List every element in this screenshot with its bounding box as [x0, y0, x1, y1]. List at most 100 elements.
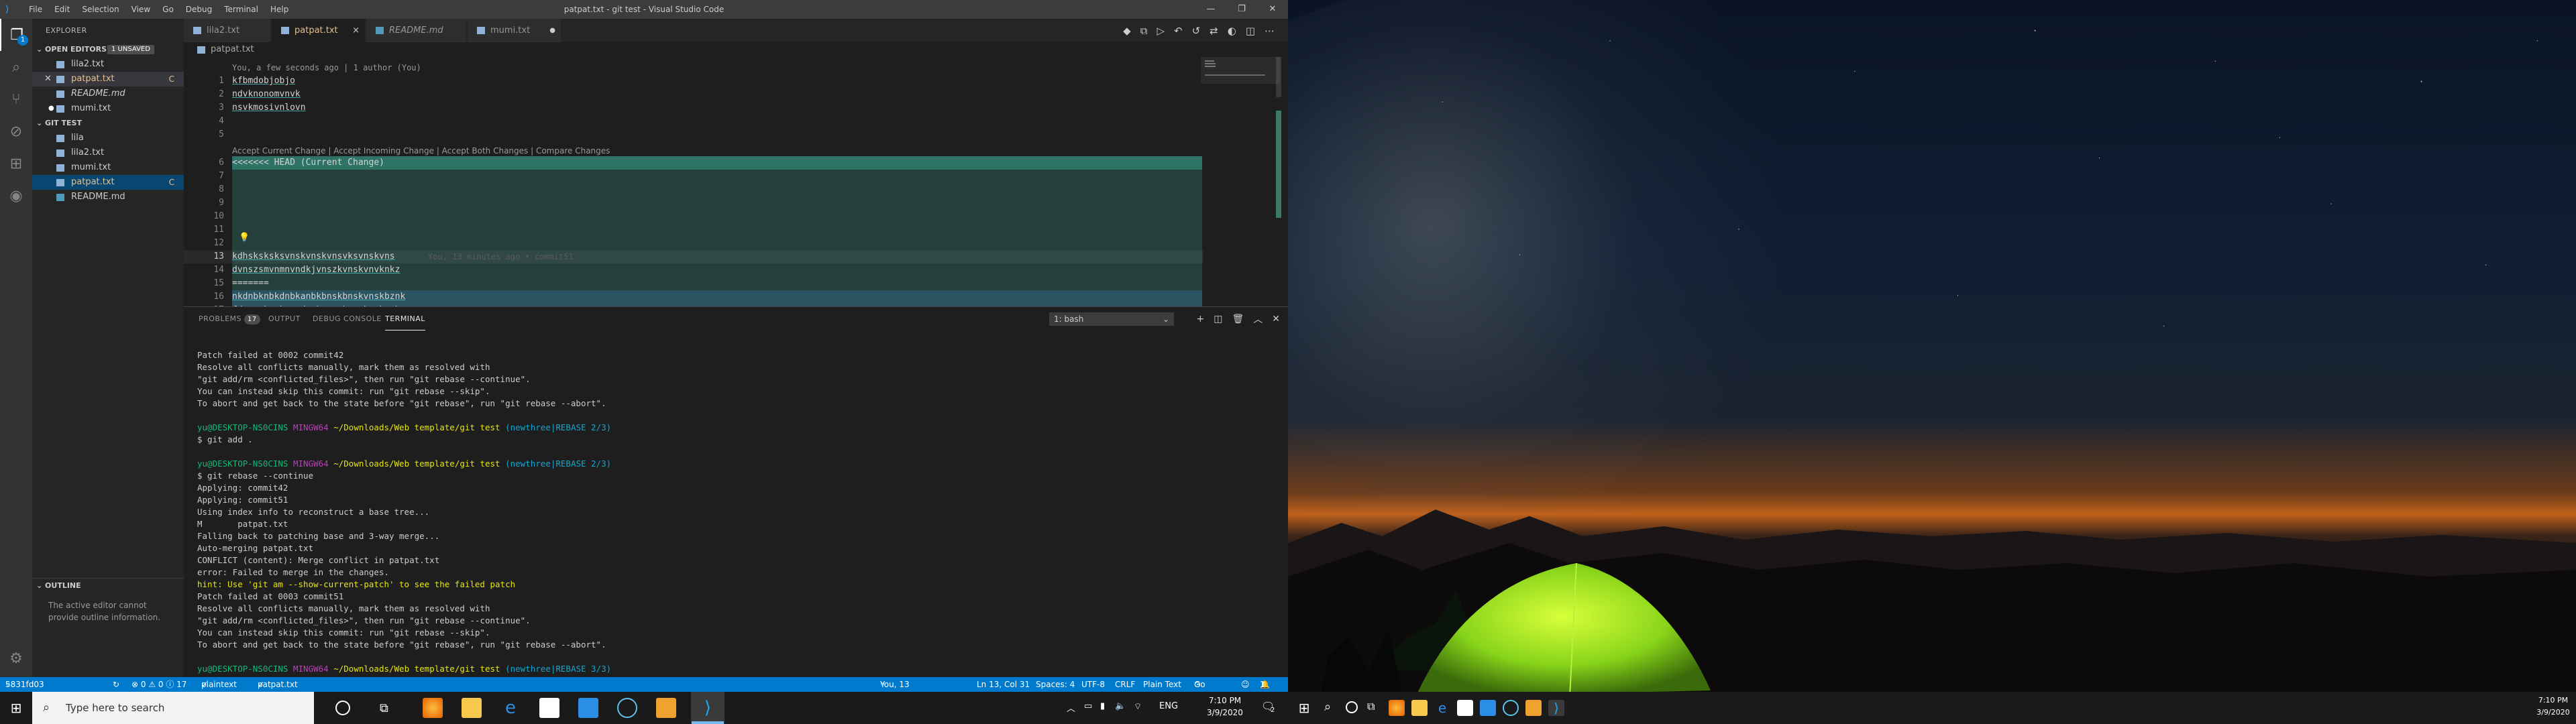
clock-date[interactable]: 3/9/2020 — [1198, 708, 1252, 717]
split-editor-icon[interactable]: ◫ — [1246, 25, 1255, 37]
tab-lila2[interactable]: lila2.txt — [184, 19, 271, 42]
sublime-icon[interactable] — [656, 698, 676, 718]
split-terminal-icon[interactable]: ◫ — [1214, 314, 1222, 324]
wifi-icon[interactable]: ⌔ — [1134, 701, 1142, 712]
sync-icon[interactable]: ↻ — [113, 677, 119, 692]
prev-change-icon[interactable]: ↶ — [1174, 25, 1183, 37]
encoding[interactable]: UTF-8 — [1081, 677, 1105, 692]
firefox-icon[interactable] — [423, 698, 443, 718]
clock-time[interactable]: 7:10 PM — [1198, 696, 1252, 705]
close-panel-icon[interactable]: ✕ — [1272, 314, 1280, 324]
folder-item-selected[interactable]: patpat.txt C — [32, 175, 184, 190]
close-icon[interactable]: ✕ — [44, 72, 52, 86]
open-editor-item-active[interactable]: ✕ patpat.txt C — [32, 72, 184, 86]
open-editor-item[interactable]: lila2.txt — [32, 57, 184, 72]
cortana-icon[interactable] — [1346, 701, 1358, 713]
search-icon[interactable]: ⌕ — [1324, 700, 1331, 714]
close-button[interactable]: ✕ — [1257, 0, 1288, 19]
new-terminal-icon[interactable]: + — [1197, 314, 1205, 324]
compare-icon[interactable]: ⇄ — [1210, 25, 1218, 37]
terminal-select[interactable]: 1: bash ⌄ — [1049, 312, 1174, 326]
open-editor-item[interactable]: ● mumi.txt — [32, 101, 184, 116]
minimap[interactable] — [1201, 57, 1281, 306]
app-circle-icon[interactable] — [617, 698, 637, 718]
store-icon[interactable] — [539, 698, 559, 718]
lightbulb-icon[interactable]: 💡 — [239, 233, 250, 243]
tab-problems[interactable]: PROBLEMS 17 — [199, 307, 260, 330]
folder-item[interactable]: README.md — [32, 190, 184, 204]
clock-date[interactable]: 3/9/2020 — [2533, 708, 2573, 717]
git-test-folder-header[interactable]: ⌄ GIT TEST — [32, 116, 184, 131]
problems-status[interactable]: ⊗ 0 ⚠ 0 ⓘ 17 — [131, 677, 186, 692]
terminal-output[interactable]: Patch failed at 0002 commit42 Resolve all… — [197, 337, 1271, 711]
menu-edit[interactable]: Edit — [48, 0, 76, 19]
vscode-icon[interactable]: ⟩ — [698, 698, 718, 718]
folder-item[interactable]: mumi.txt — [32, 160, 184, 175]
blame-icon[interactable]: ◐ — [1228, 25, 1236, 37]
menu-help[interactable]: Help — [264, 0, 294, 19]
file-explorer-icon[interactable] — [462, 698, 482, 718]
sublime-icon[interactable] — [1525, 700, 1542, 716]
vscode-icon[interactable]: ⟩ — [1548, 700, 1564, 716]
open-editors-header[interactable]: ⌄ OPEN EDITORS 1 UNSAVED — [32, 42, 184, 57]
language-indicator[interactable]: ENG — [1159, 701, 1178, 711]
network-icon[interactable]: ▭ — [1084, 701, 1092, 711]
code-editor[interactable]: You, a few seconds ago | 1 author (You) … — [184, 57, 1257, 306]
task-view-icon[interactable]: ⧉ — [380, 701, 388, 715]
tab-debug-console[interactable]: DEBUG CONSOLE — [313, 307, 382, 330]
battery-icon[interactable]: ▮ — [1100, 701, 1105, 711]
menu-terminal[interactable]: Terminal — [218, 0, 264, 19]
minimize-button[interactable]: — — [1195, 0, 1226, 19]
menu-go[interactable]: Go — [156, 0, 180, 19]
run-icon[interactable]: ▷ — [1157, 25, 1165, 37]
mail-icon[interactable] — [578, 698, 598, 718]
open-editor-item[interactable]: README.md — [32, 86, 184, 101]
merge-conflict-actions[interactable]: Accept Current Change | Accept Incoming … — [232, 144, 610, 158]
folder-item[interactable]: lila — [32, 131, 184, 145]
windows-start-icon[interactable]: ⊞ — [1288, 692, 1320, 724]
author-codelens[interactable]: You, a few seconds ago | 1 author (You) — [232, 61, 421, 74]
settings-gear-icon[interactable]: ⚙ — [0, 642, 32, 674]
eol[interactable]: CRLF — [1115, 677, 1135, 692]
language-mode[interactable]: Plain Text — [1143, 677, 1181, 692]
search-icon[interactable]: ⌕ — [0, 51, 32, 83]
history-icon[interactable]: ↺ — [1192, 25, 1201, 37]
folder-item[interactable]: lila2.txt — [32, 145, 184, 160]
menu-view[interactable]: View — [125, 0, 156, 19]
files-icon[interactable]: ❐ — [0, 19, 32, 51]
cursor-position[interactable]: Ln 13, Col 31 — [977, 677, 1030, 692]
git-icon[interactable]: ◆ — [1123, 25, 1131, 37]
maximize-panel-icon[interactable]: ︿ — [1253, 312, 1263, 326]
debug-icon[interactable]: ⊘ — [0, 115, 32, 147]
clock-time[interactable]: 7:10 PM — [2533, 696, 2573, 705]
windows-start-icon[interactable]: ⊞ — [0, 692, 32, 724]
remote-icon[interactable]: ◉ — [0, 180, 32, 212]
app-circle-icon[interactable] — [1503, 700, 1519, 716]
firefox-icon[interactable] — [1389, 700, 1405, 716]
store-icon[interactable] — [1457, 700, 1473, 716]
extensions-icon[interactable]: ⊞ — [0, 147, 32, 180]
tab-patpat[interactable]: patpat.txt × — [272, 19, 366, 42]
task-view-icon[interactable]: ⧉ — [1367, 700, 1375, 713]
volume-icon[interactable]: 🔈 — [1115, 701, 1126, 711]
chevron-up-icon[interactable]: ︿ — [1067, 701, 1075, 714]
more-actions-icon[interactable]: ⋯ — [1265, 25, 1275, 37]
taskbar-search-input[interactable]: ⌕ Type here to search — [32, 692, 314, 724]
edge-icon[interactable]: e — [500, 698, 521, 718]
close-icon[interactable]: × — [352, 19, 360, 42]
menu-selection[interactable]: Selection — [76, 0, 125, 19]
mail-icon[interactable] — [1480, 700, 1496, 716]
tab-terminal[interactable]: TERMINAL — [385, 307, 425, 330]
breadcrumb[interactable]: patpat.txt — [184, 42, 1288, 57]
file-explorer-icon[interactable] — [1411, 700, 1428, 716]
trash-icon[interactable]: 🗑 — [1232, 314, 1244, 324]
outline-header[interactable]: ⌄ OUTLINE — [32, 578, 184, 593]
tab-output[interactable]: OUTPUT — [268, 307, 301, 330]
menu-debug[interactable]: Debug — [180, 0, 218, 19]
tab-mumi[interactable]: mumi.txt ● — [468, 19, 561, 42]
indentation[interactable]: Spaces: 4 — [1036, 677, 1075, 692]
edge-icon[interactable]: e — [1434, 700, 1450, 716]
tab-readme[interactable]: README.md — [366, 19, 467, 42]
cortana-icon[interactable] — [335, 701, 350, 715]
feedback-icon[interactable]: ☺ — [1241, 677, 1250, 692]
